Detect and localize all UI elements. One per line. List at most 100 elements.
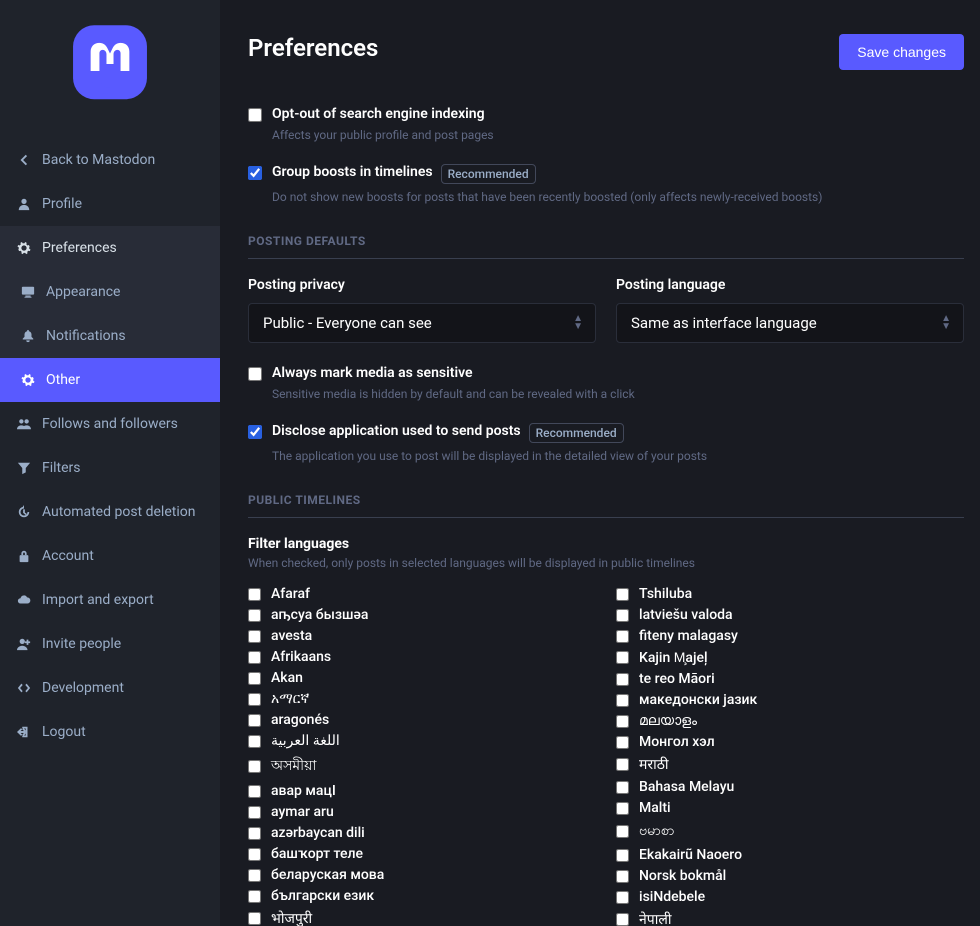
opt-out-checkbox-label[interactable]: Opt-out of search engine indexing [248, 106, 964, 122]
language-checkbox[interactable] [616, 891, 629, 904]
nav-item-follows[interactable]: Follows and followers [0, 402, 220, 446]
disclose-app-checkbox[interactable] [248, 425, 262, 439]
language-checkbox-item[interactable]: Akan [248, 670, 596, 686]
language-checkbox[interactable] [616, 736, 629, 749]
nav-item-notifications[interactable]: Notifications [0, 314, 220, 358]
language-checkbox[interactable] [248, 693, 261, 706]
language-checkbox-item[interactable]: Tshiluba [616, 586, 964, 602]
language-checkbox[interactable] [248, 785, 261, 798]
language-checkbox[interactable] [616, 802, 629, 815]
language-checkbox[interactable] [248, 588, 261, 601]
group-boosts-checkbox[interactable] [248, 166, 262, 180]
select-arrows-icon: ▲▼ [573, 315, 583, 331]
language-checkbox-item[interactable]: azərbaycan dili [248, 825, 596, 841]
language-checkbox[interactable] [616, 781, 629, 794]
language-checkbox[interactable] [248, 651, 261, 664]
disclose-app-badge: Recommended [529, 423, 624, 443]
language-column-2: Tshiluba latviešu valoda fiteny malagasy Ka… [616, 586, 964, 926]
language-checkbox[interactable] [616, 609, 629, 622]
language-checkbox-item[interactable]: беларуская мова [248, 867, 596, 883]
language-checkbox[interactable] [616, 715, 629, 728]
language-checkbox[interactable] [616, 913, 629, 926]
posting-privacy-select[interactable]: Public - Everyone can see ▲▼ [248, 303, 596, 343]
nav-item-importexport[interactable]: Import and export [0, 578, 220, 622]
language-name: latviešu valoda [639, 607, 733, 623]
language-checkbox[interactable] [616, 825, 629, 838]
language-checkbox-item[interactable]: latviešu valoda [616, 607, 964, 623]
language-checkbox[interactable] [248, 735, 261, 748]
opt-out-checkbox[interactable] [248, 108, 262, 122]
save-button[interactable]: Save changes [839, 34, 964, 70]
nav-item-development[interactable]: Development [0, 666, 220, 710]
language-checkbox[interactable] [616, 651, 629, 664]
nav-item-profile[interactable]: Profile [0, 182, 220, 226]
language-checkbox-item[interactable]: भोजपुरी [248, 909, 596, 926]
nav-item-back[interactable]: Back to Mastodon [0, 138, 220, 182]
language-checkbox-item[interactable]: аҧсуа бызшәа [248, 607, 596, 623]
language-name: भोजपुरी [271, 909, 312, 926]
nav-item-invite[interactable]: Invite people [0, 622, 220, 666]
language-checkbox[interactable] [616, 694, 629, 707]
nav-item-preferences[interactable]: Preferences [0, 226, 220, 270]
language-checkbox-item[interactable]: Malti [616, 800, 964, 816]
language-checkbox[interactable] [248, 912, 261, 925]
nav-item-label: Preferences [42, 240, 117, 256]
language-checkbox-item[interactable]: башҡорт теле [248, 846, 596, 862]
filter-languages-head: Filter languages When checked, only post… [248, 536, 964, 570]
language-checkbox-item[interactable]: Монгол хэл [616, 734, 964, 750]
language-checkbox-item[interactable]: авар мацӀ [248, 783, 596, 799]
language-checkbox-item[interactable]: Afaraf [248, 586, 596, 602]
sensitive-checkbox[interactable] [248, 367, 262, 381]
language-checkbox[interactable] [248, 890, 261, 903]
language-checkbox-item[interactable]: isiNdebele [616, 889, 964, 905]
language-checkbox[interactable] [248, 806, 261, 819]
language-checkbox[interactable] [248, 609, 261, 622]
language-name: Ekakairũ Naoero [639, 847, 742, 863]
language-checkbox[interactable] [616, 630, 629, 643]
language-checkbox-item[interactable]: македонски јазик [616, 692, 964, 708]
language-checkbox[interactable] [616, 870, 629, 883]
nav-item-automated[interactable]: Automated post deletion [0, 490, 220, 534]
sensitive-checkbox-label[interactable]: Always mark media as sensitive [248, 365, 964, 381]
language-checkbox[interactable] [248, 848, 261, 861]
language-checkbox[interactable] [248, 672, 261, 685]
language-checkbox-item[interactable]: Norsk bokmål [616, 868, 964, 884]
language-checkbox-item[interactable]: አማርኛ [248, 691, 596, 707]
language-checkbox-item[interactable]: aymar aru [248, 804, 596, 820]
language-checkbox-item[interactable]: नेपाली [616, 910, 964, 926]
language-checkbox[interactable] [248, 869, 261, 882]
language-checkbox-item[interactable]: български език [248, 888, 596, 904]
language-checkbox-item[interactable]: অসমীয়া [248, 754, 596, 778]
language-checkbox-item[interactable]: Bahasa Melayu [616, 779, 964, 795]
language-checkbox-item[interactable]: Afrikaans [248, 649, 596, 665]
language-checkbox[interactable] [616, 849, 629, 862]
language-checkbox[interactable] [616, 758, 629, 771]
page-title: Preferences [248, 34, 378, 62]
nav-item-other[interactable]: Other [0, 358, 220, 402]
disclose-app-checkbox-label[interactable]: Disclose application used to send posts … [248, 423, 964, 443]
language-name: Монгол хэл [639, 734, 715, 750]
language-checkbox-item[interactable]: Kajin M̧ajeļ [616, 649, 964, 666]
language-checkbox-item[interactable]: मराठी [616, 755, 964, 774]
language-checkbox-item[interactable]: fiteny malagasy [616, 628, 964, 644]
language-checkbox-item[interactable]: മലയാളം [616, 713, 964, 729]
language-checkbox-item[interactable]: ဗမာစာ [616, 821, 964, 842]
posting-language-select[interactable]: Same as interface language ▲▼ [616, 303, 964, 343]
nav-item-logout[interactable]: Logout [0, 710, 220, 754]
group-boosts-checkbox-label[interactable]: Group boosts in timelines Recommended [248, 164, 964, 184]
language-checkbox-item[interactable]: aragonés [248, 712, 596, 728]
nav-item-account[interactable]: Account [0, 534, 220, 578]
language-checkbox[interactable] [616, 588, 629, 601]
desktop-icon [20, 284, 36, 300]
language-checkbox-item[interactable]: اللغة العربية [248, 733, 596, 749]
language-checkbox[interactable] [616, 673, 629, 686]
language-checkbox[interactable] [248, 827, 261, 840]
language-checkbox-item[interactable]: avesta [248, 628, 596, 644]
language-checkbox-item[interactable]: Ekakairũ Naoero [616, 847, 964, 863]
language-checkbox-item[interactable]: te reo Māori [616, 671, 964, 687]
nav-item-filters[interactable]: Filters [0, 446, 220, 490]
language-checkbox[interactable] [248, 760, 261, 773]
language-checkbox[interactable] [248, 714, 261, 727]
nav-item-appearance[interactable]: Appearance [0, 270, 220, 314]
language-checkbox[interactable] [248, 630, 261, 643]
